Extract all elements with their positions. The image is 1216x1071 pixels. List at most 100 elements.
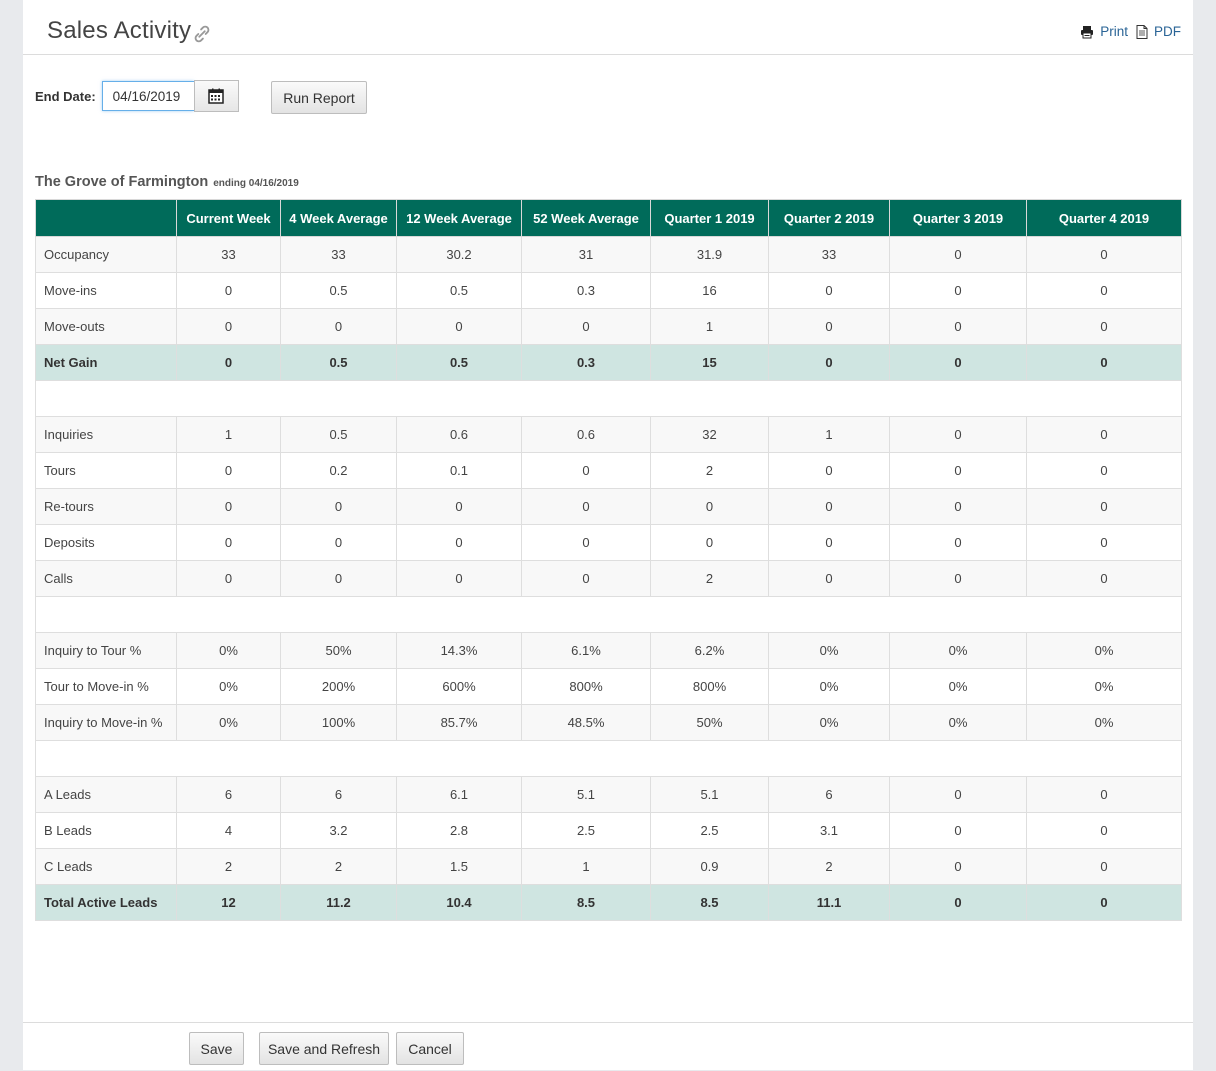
pdf-label: PDF bbox=[1154, 24, 1181, 39]
table-cell: 3.2 bbox=[280, 812, 397, 849]
table-cell: 2 bbox=[768, 848, 890, 885]
column-header: Quarter 4 2019 bbox=[1026, 199, 1182, 237]
end-date-label: End Date: bbox=[35, 88, 96, 104]
row-label: Inquiry to Move-in % bbox=[35, 704, 177, 741]
table-cell: 14.3% bbox=[396, 632, 522, 669]
table-cell: 0% bbox=[889, 632, 1027, 669]
table-cell: 0 bbox=[176, 452, 281, 489]
table-cell: 6.1 bbox=[396, 776, 522, 813]
table-cell: 8.5 bbox=[650, 884, 769, 921]
column-header: 4 Week Average bbox=[280, 199, 397, 237]
table-cell: 1 bbox=[650, 308, 769, 345]
table-cell: 0 bbox=[768, 560, 890, 597]
column-header: 12 Week Average bbox=[396, 199, 522, 237]
ending-date-label: ending 04/16/2019 bbox=[213, 178, 299, 189]
table-row: C Leads 2 2 1.5 1 0.9 2 0 0 bbox=[35, 848, 1182, 885]
table-cell: 6 bbox=[280, 776, 397, 813]
row-label: B Leads bbox=[35, 812, 177, 849]
table-cell: 0.6 bbox=[521, 416, 651, 453]
table-cell: 33 bbox=[280, 236, 397, 273]
table-cell: 0.5 bbox=[280, 344, 397, 381]
row-label: Move-outs bbox=[35, 308, 177, 345]
table-cell: 0 bbox=[521, 488, 651, 525]
table-cell: 2 bbox=[650, 452, 769, 489]
spacer-row bbox=[35, 596, 1182, 633]
table-cell: 2 bbox=[650, 560, 769, 597]
table-cell: 0% bbox=[768, 632, 890, 669]
footer-bar: Save Save and Refresh Cancel bbox=[23, 1022, 1193, 1071]
table-cell: 0 bbox=[889, 272, 1027, 309]
table-cell: 0.9 bbox=[650, 848, 769, 885]
spacer-row bbox=[35, 380, 1182, 417]
table-cell: 31.9 bbox=[650, 236, 769, 273]
table-cell: 0 bbox=[176, 524, 281, 561]
table-cell: 0 bbox=[280, 524, 397, 561]
table-cell: 0 bbox=[521, 560, 651, 597]
table-cell: 0 bbox=[768, 344, 890, 381]
cancel-button[interactable]: Cancel bbox=[396, 1032, 464, 1065]
table-cell: 0% bbox=[176, 632, 281, 669]
table-row: Total Active Leads 12 11.2 10.4 8.5 8.5 11.1 0 0 bbox=[35, 884, 1182, 921]
calendar-button[interactable] bbox=[193, 80, 239, 112]
table-body: Occupancy 33 33 30.2 31 31.9 33 0 0 Move-ins 0 0.5 0… bbox=[35, 236, 1182, 921]
table-cell: 0 bbox=[650, 488, 769, 525]
table-cell: 0 bbox=[1026, 272, 1182, 309]
table-cell: 0 bbox=[1026, 560, 1182, 597]
document-icon bbox=[1136, 24, 1148, 39]
end-date-row: End Date: bbox=[35, 79, 239, 113]
table-cell: 0 bbox=[1026, 776, 1182, 813]
table-row: Move-outs 0 0 0 0 1 0 0 0 bbox=[35, 308, 1182, 345]
table-row: Inquiries 1 0.5 0.6 0.6 32 1 0 0 bbox=[35, 416, 1182, 453]
table-cell: 0 bbox=[1026, 488, 1182, 525]
table-cell: 12 bbox=[176, 884, 281, 921]
table-cell: 0.3 bbox=[521, 272, 651, 309]
table-cell: 0 bbox=[1026, 524, 1182, 561]
table-cell: 0 bbox=[280, 560, 397, 597]
pdf-link[interactable]: PDF bbox=[1136, 24, 1181, 39]
table-cell: 0% bbox=[889, 668, 1027, 705]
spacer-row bbox=[35, 740, 1182, 777]
printer-icon bbox=[1081, 25, 1094, 38]
table-row: Tour to Move-in % 0% 200% 600% 800% 800% 0% 0% 0… bbox=[35, 668, 1182, 705]
table-cell: 0% bbox=[1026, 632, 1182, 669]
table-cell: 0 bbox=[1026, 416, 1182, 453]
save-and-refresh-button[interactable]: Save and Refresh bbox=[259, 1032, 389, 1065]
table-row: Inquiry to Tour % 0% 50% 14.3% 6.1% 6.2% 0% 0% 0… bbox=[35, 632, 1182, 669]
main-panel: Sales Activity Print PDF End Date: 04/16… bbox=[23, 0, 1193, 1070]
row-label: A Leads bbox=[35, 776, 177, 813]
table-cell: 0 bbox=[650, 524, 769, 561]
table-cell: 1 bbox=[768, 416, 890, 453]
table-cell: 0% bbox=[1026, 704, 1182, 741]
table-cell: 50% bbox=[650, 704, 769, 741]
table-cell: 0% bbox=[1026, 668, 1182, 705]
row-label: Re-tours bbox=[35, 488, 177, 525]
table-cell: 0 bbox=[280, 308, 397, 345]
table-cell: 0 bbox=[521, 452, 651, 489]
table-cell: 6.2% bbox=[650, 632, 769, 669]
table-cell: 0 bbox=[768, 452, 890, 489]
save-button[interactable]: Save bbox=[189, 1032, 244, 1065]
table-cell: 0 bbox=[889, 884, 1027, 921]
table-cell: 0 bbox=[889, 308, 1027, 345]
row-label: Move-ins bbox=[35, 272, 177, 309]
table-cell: 0 bbox=[521, 308, 651, 345]
column-header bbox=[35, 199, 177, 237]
table-cell: 0 bbox=[176, 344, 281, 381]
table-cell: 0 bbox=[1026, 884, 1182, 921]
print-link[interactable]: Print bbox=[1080, 24, 1128, 39]
table-cell: 0 bbox=[889, 848, 1027, 885]
table-cell: 0.1 bbox=[396, 452, 522, 489]
table-cell: 0% bbox=[176, 704, 281, 741]
table-cell: 0 bbox=[176, 560, 281, 597]
table-cell: 31 bbox=[521, 236, 651, 273]
column-header: Quarter 3 2019 bbox=[889, 199, 1027, 237]
run-report-button[interactable]: Run Report bbox=[271, 81, 367, 114]
end-date-input[interactable] bbox=[101, 81, 194, 111]
table-row: Net Gain 0 0.5 0.5 0.3 15 0 0 0 bbox=[35, 344, 1182, 381]
row-label: Net Gain bbox=[35, 344, 177, 381]
table-cell: 6 bbox=[768, 776, 890, 813]
table-cell: 0 bbox=[1026, 812, 1182, 849]
table-row: Move-ins 0 0.5 0.5 0.3 16 0 0 0 bbox=[35, 272, 1182, 309]
paperclip-icon[interactable] bbox=[191, 23, 213, 45]
table-cell: 0 bbox=[889, 488, 1027, 525]
